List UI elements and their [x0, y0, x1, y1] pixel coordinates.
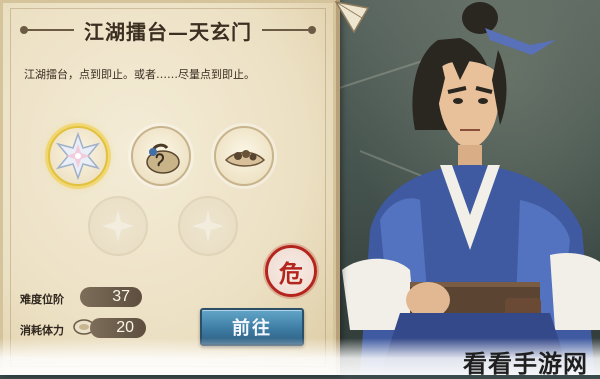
pouch-icon: [146, 143, 180, 174]
reward-slot-food[interactable]: [214, 126, 274, 186]
reward-slot-empty: [88, 196, 148, 256]
empty-slot-icon: [192, 210, 224, 242]
title-ornament-left: [20, 26, 74, 34]
reward-slot-star-crystal[interactable]: [48, 126, 108, 186]
title-ornament-right: [262, 26, 316, 34]
food-bowl-icon: [224, 150, 266, 167]
swordsman-character-illustration: [342, 2, 600, 375]
difficulty-label: 难度位阶: [20, 293, 64, 306]
reward-slot-empty: [178, 196, 238, 256]
panel-description: 江湖擂台，点到即止。或者……尽量点到即止。: [24, 68, 255, 81]
reward-slot-pouch[interactable]: [131, 126, 191, 186]
panel-title: 江湖擂台—天玄门: [84, 19, 252, 44]
empty-slot-icon: [102, 210, 134, 242]
star-crystal-icon: [55, 131, 101, 181]
danger-seal-badge: 危: [265, 245, 317, 297]
stamina-label: 消耗体力: [20, 324, 64, 337]
watermark-text: 看看手游网: [463, 350, 588, 378]
fan-ornament-icon: [334, 0, 370, 34]
difficulty-value: 37: [80, 287, 142, 307]
panel-header: 江湖擂台—天玄门: [20, 16, 316, 44]
stamina-value: 20: [90, 318, 146, 338]
